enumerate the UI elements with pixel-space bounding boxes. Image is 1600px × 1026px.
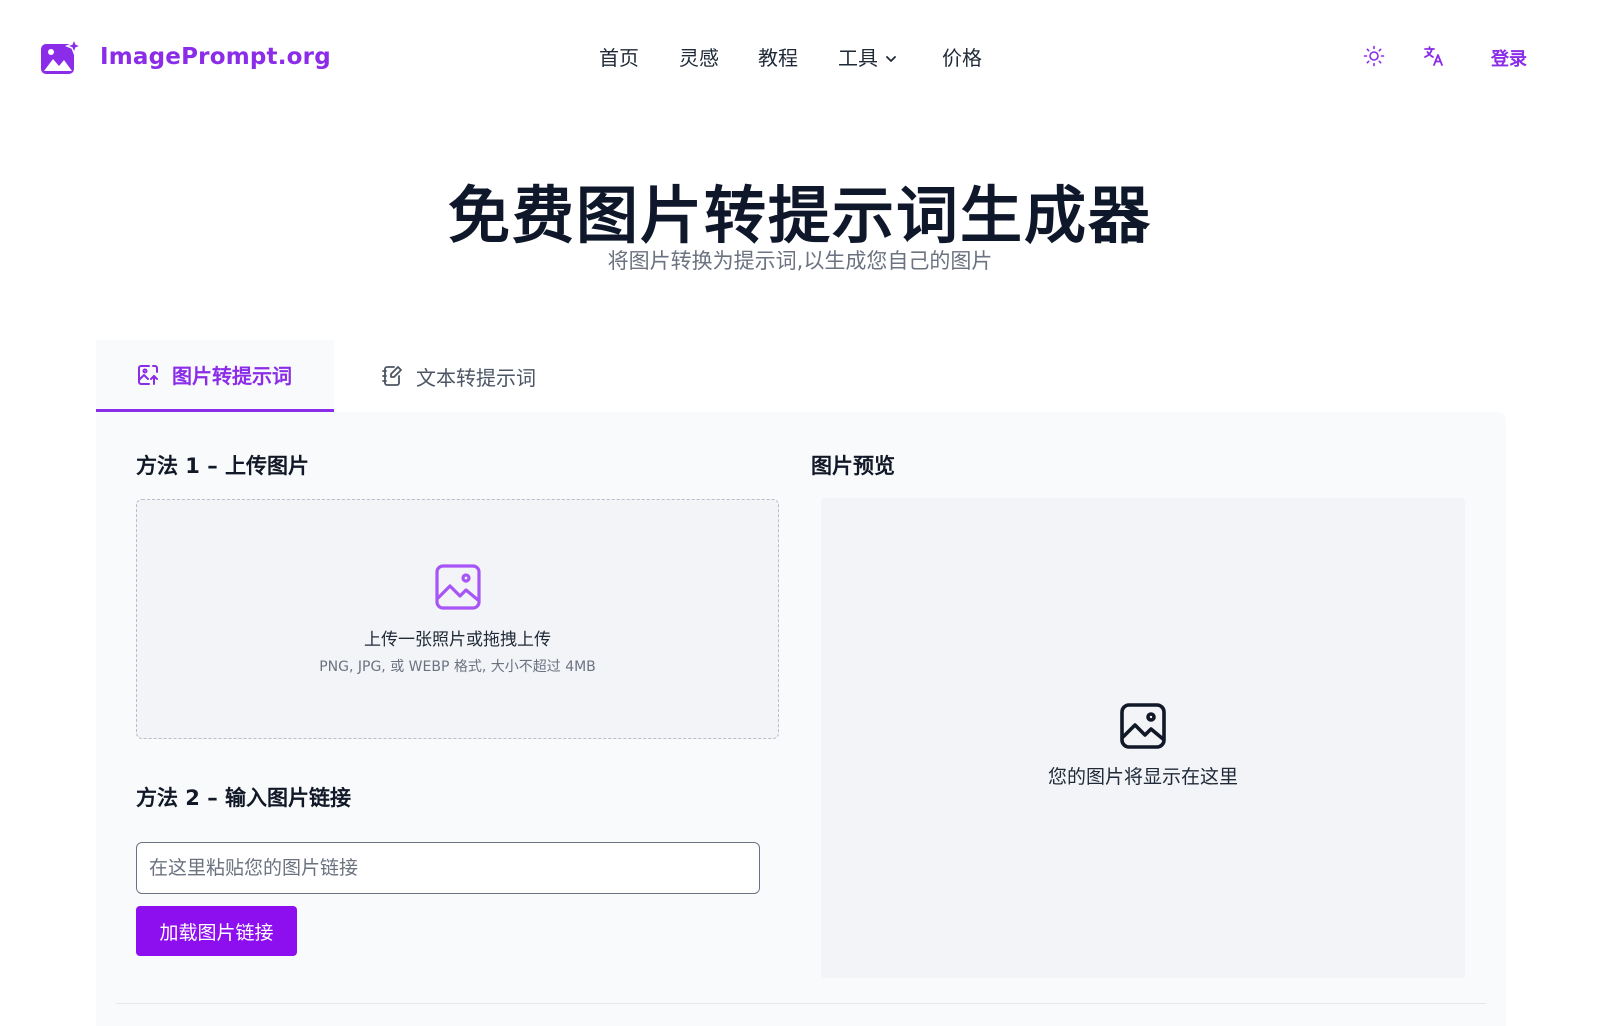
divider <box>116 1003 1486 1004</box>
chevron-down-icon <box>886 55 896 62</box>
notebook-edit-icon <box>382 366 402 386</box>
language-button[interactable] <box>1421 43 1447 69</box>
sun-icon <box>1363 45 1385 67</box>
nav-label: 价格 <box>942 46 982 70</box>
tab-image-to-prompt[interactable]: 图片转提示词 <box>96 340 334 412</box>
site-header: ImagePrompt.org 首页 灵感 教程 工具 价格 登录 <box>0 0 1600 112</box>
translate-icon <box>1424 46 1443 66</box>
method2-title: 方法 2 – 输入图片链接 <box>136 786 352 810</box>
nav-label: 首页 <box>599 46 639 70</box>
method1-title: 方法 1 – 上传图片 <box>136 454 310 478</box>
preview-placeholder-text: 您的图片将显示在这里 <box>1047 765 1238 788</box>
page-subtitle: 将图片转换为提示词,以生成您自己的图片 <box>607 249 993 273</box>
page: ImagePrompt.org 首页 灵感 教程 工具 价格 登录 免费图片转提… <box>0 0 1600 1026</box>
upload-dropzone[interactable]: 上传一张照片或拖拽上传 PNG, JPG, 或 WEBP 格式, 大小不超过 4… <box>136 499 779 739</box>
preview-title: 图片预览 <box>811 454 895 478</box>
nav-item-home[interactable]: 首页 <box>599 42 639 71</box>
nav-item-tools[interactable]: 工具 <box>838 42 898 71</box>
page-title: 免费图片转提示词生成器 <box>447 179 1152 252</box>
nav-item-pricing[interactable]: 价格 <box>942 42 982 71</box>
theme-toggle-button[interactable] <box>1361 43 1387 69</box>
image-placeholder-icon <box>1120 702 1166 749</box>
image-upload-icon <box>138 364 158 385</box>
login-button[interactable]: 登录 <box>1491 45 1527 71</box>
image-preview-area: 您的图片将显示在这里 <box>821 498 1465 978</box>
nav-item-tutorials[interactable]: 教程 <box>758 42 798 71</box>
image-url-input[interactable] <box>136 842 760 894</box>
tab-label: 文本转提示词 <box>416 365 536 390</box>
load-image-url-button[interactable]: 加载图片链接 <box>136 906 297 956</box>
nav-label: 工具 <box>838 46 878 70</box>
tab-text-to-prompt[interactable]: 文本转提示词 <box>380 340 536 412</box>
main-nav: 首页 灵感 教程 工具 价格 <box>0 42 1600 72</box>
tool-panel: 方法 1 – 上传图片 上传一张照片或拖拽上传 PNG, JPG, 或 WEBP… <box>96 412 1506 1026</box>
dropzone-text: 上传一张照片或拖拽上传 <box>364 629 551 650</box>
nav-label: 教程 <box>758 46 798 70</box>
dropzone-hint: PNG, JPG, 或 WEBP 格式, 大小不超过 4MB <box>319 658 596 675</box>
image-icon <box>434 563 481 610</box>
nav-item-inspiration[interactable]: 灵感 <box>679 42 719 71</box>
nav-label: 灵感 <box>679 46 719 70</box>
tab-label: 图片转提示词 <box>172 364 292 388</box>
